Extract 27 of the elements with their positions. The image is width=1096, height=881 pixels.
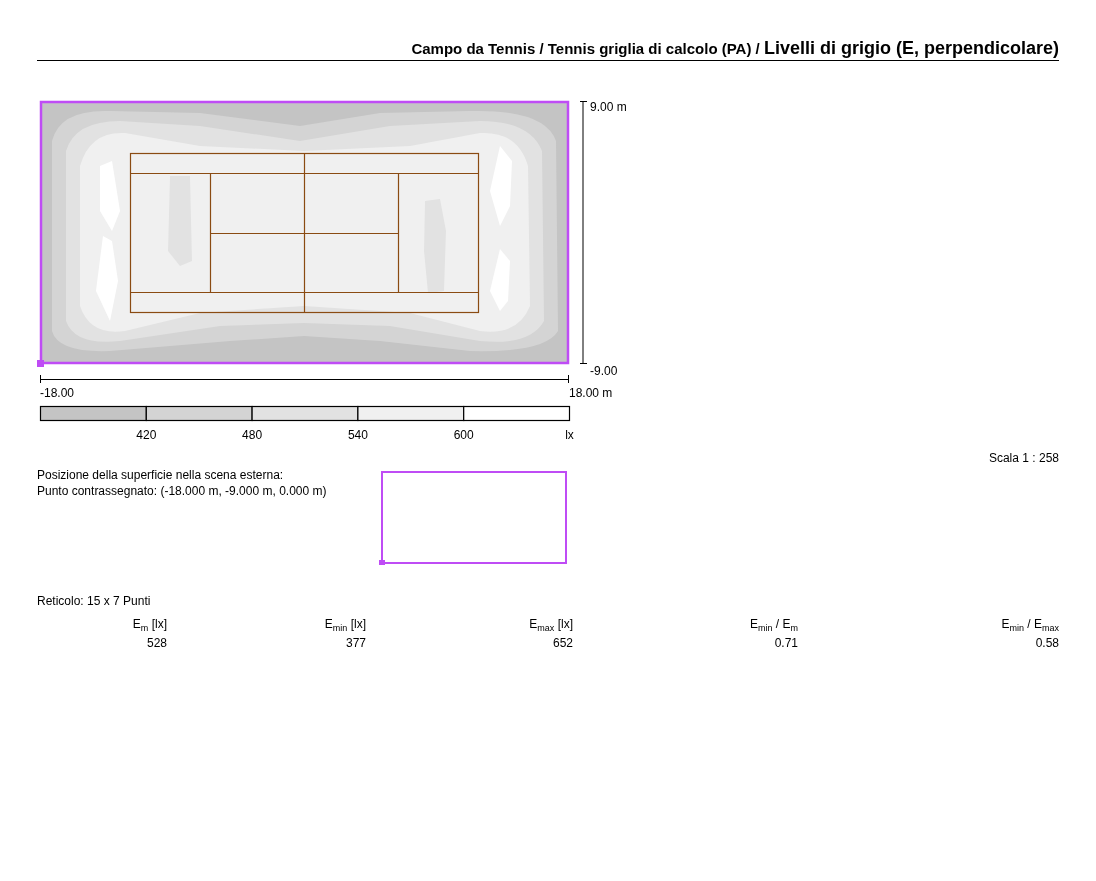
marked-point-icon <box>379 560 385 565</box>
legend-label: 540 <box>347 428 368 442</box>
stat-value: 652 <box>551 636 573 652</box>
legend-label: 480 <box>242 428 263 442</box>
axis-label: 18.00 m <box>569 386 613 400</box>
stat-value: 0.58 <box>1034 636 1059 652</box>
stat-value: 0.71 <box>773 636 798 652</box>
stat-label: E$_{min}$ / E$_{m}$ <box>748 616 798 636</box>
report-path: Campo da Tennis / Tennis griglia di calcolo (PA) / <box>411 40 761 57</box>
stat-label: E$_{min}$ [lx] <box>323 616 366 636</box>
legend-label: lx <box>565 428 574 442</box>
position-text: Posizione della superficie nella scena esterna: <box>37 467 285 483</box>
stat-label: E$_{max}$ [lx] <box>528 616 573 636</box>
legend-label: 600 <box>453 428 474 442</box>
position-text: Punto contrassegnato: (-18.000 m, -9.000 m, 0.000 m) <box>37 483 328 499</box>
stat-label: E$_{m}$ [lx] <box>131 616 167 636</box>
report-title: Livelli di grigio (E, perpendicolare) <box>763 38 1059 59</box>
scale-label: Scala 1 : 258 <box>987 451 1059 465</box>
grid-info: Reticolo: 15 x 7 Punti <box>37 594 152 608</box>
marked-point-icon <box>37 360 44 367</box>
legend-label: 420 <box>136 428 157 442</box>
axis-label: -9.00 <box>590 364 618 378</box>
stat-value: 377 <box>344 636 366 652</box>
axis-label: 9.00 m <box>590 100 627 114</box>
stat-value: 528 <box>145 636 167 652</box>
stat-label: E$_{min}$ / E$_{max}$ <box>1000 616 1059 636</box>
axis-label: -18.00 <box>40 386 75 400</box>
